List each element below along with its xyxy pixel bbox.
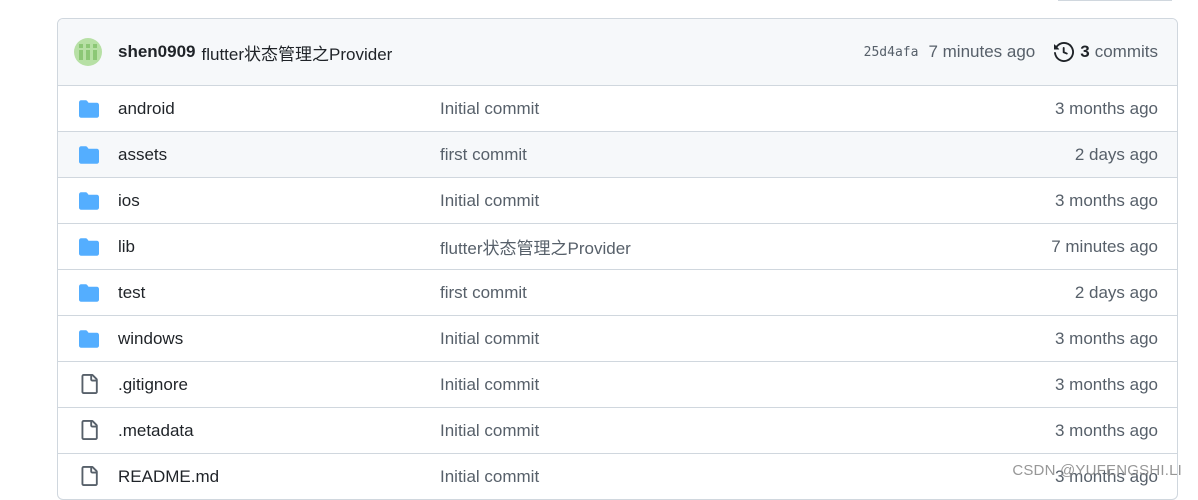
file-commit-age: 3 months ago	[1055, 191, 1158, 211]
file-row[interactable]: .metadata Initial commit 3 months ago	[58, 408, 1177, 454]
file-commit-age: 3 months ago	[1055, 329, 1158, 349]
file-commit-message-link[interactable]: Initial commit	[440, 467, 539, 487]
folder-icon	[79, 146, 99, 164]
csdn-watermark: CSDN @YUFENGSHI.LI	[1012, 462, 1182, 479]
commit-history-link[interactable]: 3 commits	[1054, 42, 1158, 62]
file-commit-message-link[interactable]: Initial commit	[440, 329, 539, 349]
file-commit-message-link[interactable]: Initial commit	[440, 99, 539, 119]
file-name-link[interactable]: windows	[118, 329, 183, 349]
file-commit-message-link[interactable]: flutter状态管理之Provider	[440, 234, 631, 259]
avatar-identicon-icon	[77, 41, 99, 63]
folder-icon	[79, 100, 99, 118]
file-commit-message-link[interactable]: Initial commit	[440, 421, 539, 441]
file-row[interactable]: README.mdInitial commit3 months ago	[58, 454, 1177, 500]
file-name-link[interactable]: test	[118, 283, 145, 303]
file-name-link[interactable]: .metadata	[118, 421, 194, 441]
file-commit-age: 2 days ago	[1075, 145, 1158, 165]
repository-file-browser: shen0909 flutter状态管理之Provider 25d4afa 7 …	[57, 18, 1178, 500]
commit-author-link[interactable]: shen0909	[118, 42, 196, 62]
file-name-link[interactable]: assets	[118, 145, 167, 165]
file-commit-age: 3 months ago	[1055, 421, 1158, 441]
folder-icon	[79, 330, 99, 348]
file-commit-age: 3 months ago	[1055, 99, 1158, 119]
file-commit-age: 2 days ago	[1075, 283, 1158, 303]
file-commit-message-link[interactable]: first commit	[440, 145, 527, 165]
latest-commit-bar: shen0909 flutter状态管理之Provider 25d4afa 7 …	[58, 19, 1177, 86]
file-icon	[79, 374, 99, 392]
history-icon	[1054, 42, 1074, 62]
file-list: android Initial commit 3 months ago assets f…	[58, 86, 1177, 500]
file-row[interactable]: ios Initial commit 3 months ago	[58, 178, 1177, 224]
file-name-link[interactable]: lib	[118, 237, 135, 257]
file-name-link[interactable]: .gitignore	[118, 375, 188, 395]
file-icon	[79, 420, 99, 438]
file-icon	[79, 466, 99, 484]
file-row[interactable]: android Initial commit 3 months ago	[58, 86, 1177, 132]
file-name-link[interactable]: android	[118, 99, 175, 119]
commit-time: 7 minutes ago	[928, 42, 1035, 62]
file-name-link[interactable]: ios	[118, 191, 140, 211]
commit-sha-link[interactable]: 25d4afa	[864, 45, 919, 60]
file-row[interactable]: test first commit 2 days ago	[58, 270, 1177, 316]
file-row[interactable]: windows Initial commit 3 months ago	[58, 316, 1177, 362]
commit-count-label: commits	[1095, 42, 1158, 62]
file-row[interactable]: lib flutter状态管理之Provider 7 minutes ago	[58, 224, 1177, 270]
file-commit-age: 7 minutes ago	[1051, 237, 1158, 257]
commit-message-link[interactable]: flutter状态管理之Provider	[202, 40, 393, 65]
folder-icon	[79, 238, 99, 256]
top-edge-line	[1058, 0, 1172, 1]
commit-count: 3	[1080, 42, 1089, 62]
folder-icon	[79, 284, 99, 302]
author-avatar[interactable]	[74, 38, 102, 66]
folder-icon	[79, 192, 99, 210]
file-commit-message-link[interactable]: Initial commit	[440, 191, 539, 211]
file-commit-age: 3 months ago	[1055, 375, 1158, 395]
file-row[interactable]: .gitignore Initial commit 3 months ago	[58, 362, 1177, 408]
file-commit-message-link[interactable]: Initial commit	[440, 375, 539, 395]
file-row[interactable]: assets first commit 2 days ago	[58, 132, 1177, 178]
file-name-link[interactable]: README.md	[118, 467, 219, 487]
file-commit-message-link[interactable]: first commit	[440, 283, 527, 303]
